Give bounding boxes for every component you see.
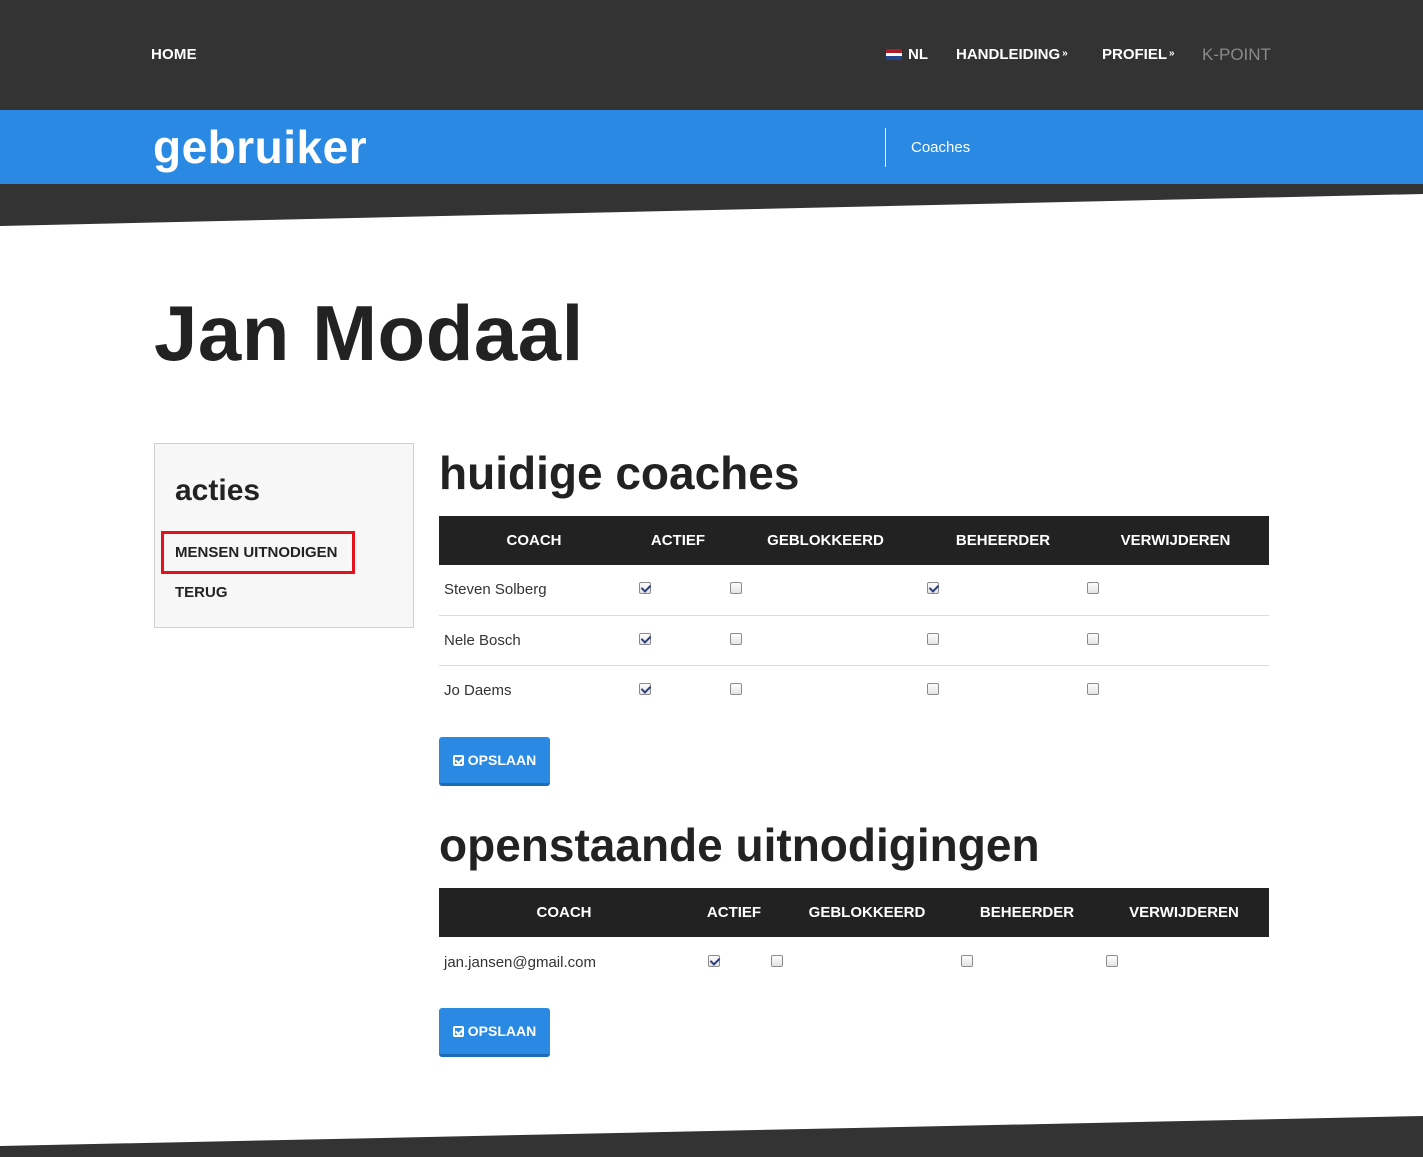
column-header-coach: COACH <box>439 888 689 937</box>
verwijderen-checkbox[interactable] <box>1086 682 1099 695</box>
double-chevron-down-icon: » <box>1062 48 1068 59</box>
nav-manual-label: HANDLEIDING <box>956 46 1061 63</box>
pending-invitations-heading: openstaande uitnodigingen <box>439 819 1040 871</box>
beheerder-checkbox[interactable] <box>927 632 939 645</box>
sidebar-title: acties <box>175 474 261 507</box>
save-button[interactable]: OPSLAAN <box>439 737 550 786</box>
nav-language-label: NL <box>908 46 928 63</box>
decorative-wedge-top <box>0 184 1423 226</box>
nav-language-switch[interactable]: NL <box>886 46 928 63</box>
coach-name-cell: jan.jansen@gmail.com <box>444 953 596 971</box>
coach-name-cell: Nele Bosch <box>439 615 629 666</box>
breadcrumb-divider <box>885 128 886 167</box>
check-square-icon <box>452 1025 464 1037</box>
save-button-label: OPSLAAN <box>467 752 537 768</box>
beheerder-cell <box>924 565 1082 616</box>
coach-name-cell: Jo Daems <box>444 681 512 699</box>
verwijderen-cell <box>1082 615 1269 666</box>
current-coaches-table: COACH ACTIEF GEBLOKKEERD BEHEERDER VERWI… <box>439 516 1269 715</box>
pending-invitations-body: jan.jansen@gmail.com <box>439 937 1269 987</box>
nav-manual-dropdown[interactable]: HANDLEIDING » <box>956 46 1068 63</box>
beheerder-checkbox[interactable] <box>961 954 973 967</box>
verwijderen-checkbox[interactable] <box>1086 582 1099 595</box>
breadcrumb[interactable]: Coaches <box>911 139 970 156</box>
section-title: gebruiker <box>153 121 368 173</box>
beheerder-cell <box>924 665 1082 715</box>
column-header-coach: COACH <box>439 516 629 565</box>
verwijderen-cell <box>1082 665 1269 715</box>
column-header-verwijderen: VERWIJDEREN <box>1099 888 1269 937</box>
current-coaches-body: Steven Solberg Nele Bosch Jo Daems <box>439 565 1269 715</box>
nav-home-link[interactable]: HOME <box>151 46 197 63</box>
geblokkeerd-checkbox[interactable] <box>729 682 742 695</box>
table-row: Nele Bosch <box>439 615 1269 666</box>
geblokkeerd-checkbox[interactable] <box>729 632 742 645</box>
geblokkeerd-checkbox[interactable] <box>729 582 742 595</box>
column-header-beheerder: BEHEERDER <box>924 516 1082 565</box>
page-title: Jan Modaal <box>154 289 584 377</box>
actief-checkbox[interactable] <box>708 954 720 967</box>
beheerder-cell <box>924 615 1082 666</box>
actief-checkbox[interactable] <box>639 632 651 645</box>
beheerder-cell <box>955 937 1099 987</box>
nav-brand-link[interactable]: K-POINT <box>1202 45 1271 65</box>
check-square-icon <box>452 754 464 766</box>
verwijderen-cell <box>1099 937 1269 987</box>
sidebar-item-back[interactable]: TERUG <box>175 584 228 601</box>
verwijderen-cell <box>1082 565 1269 616</box>
current-coaches-heading: huidige coaches <box>439 447 800 499</box>
actief-cell <box>629 565 727 616</box>
column-header-actief: ACTIEF <box>629 516 727 565</box>
actief-cell <box>629 665 727 715</box>
verwijderen-checkbox[interactable] <box>1106 954 1118 967</box>
beheerder-checkbox[interactable] <box>927 682 939 695</box>
column-header-beheerder: BEHEERDER <box>955 888 1099 937</box>
geblokkeerd-cell <box>771 937 955 987</box>
column-header-verwijderen: VERWIJDEREN <box>1082 516 1269 565</box>
geblokkeerd-cell <box>727 565 924 616</box>
column-header-geblokkeerd: GEBLOKKEERD <box>727 516 924 565</box>
actief-cell <box>689 937 779 987</box>
table-row: jan.jansen@gmail.com <box>439 937 1269 987</box>
column-header-actief: ACTIEF <box>689 888 779 937</box>
actief-checkbox[interactable] <box>639 582 651 595</box>
geblokkeerd-cell <box>727 665 924 715</box>
save-button-label: OPSLAAN <box>467 1023 537 1039</box>
save-button[interactable]: OPSLAAN <box>439 1008 550 1057</box>
column-header-geblokkeerd: GEBLOKKEERD <box>779 888 955 937</box>
geblokkeerd-cell <box>727 615 924 666</box>
verwijderen-checkbox[interactable] <box>1086 632 1099 645</box>
double-chevron-down-icon: » <box>1169 48 1175 59</box>
actief-cell <box>629 615 727 666</box>
nav-profile-dropdown[interactable]: PROFIEL » <box>1102 46 1175 63</box>
table-row: Steven Solberg <box>439 565 1269 616</box>
coach-name-cell: Steven Solberg <box>439 565 629 616</box>
sidebar-item-invite-people[interactable]: MENSEN UITNODIGEN <box>175 544 338 561</box>
dutch-flag-icon <box>886 49 902 60</box>
actions-sidebar: acties MENSEN UITNODIGEN TERUG <box>154 443 414 628</box>
geblokkeerd-checkbox[interactable] <box>771 954 783 967</box>
nav-profile-label: PROFIEL <box>1102 46 1168 63</box>
pending-invitations-table: COACH ACTIEF GEBLOKKEERD BEHEERDER VERWI… <box>439 888 1269 987</box>
beheerder-checkbox[interactable] <box>927 582 939 595</box>
table-row: Jo Daems <box>439 665 1269 715</box>
decorative-wedge-bottom <box>0 1116 1423 1157</box>
actief-checkbox[interactable] <box>639 682 651 695</box>
